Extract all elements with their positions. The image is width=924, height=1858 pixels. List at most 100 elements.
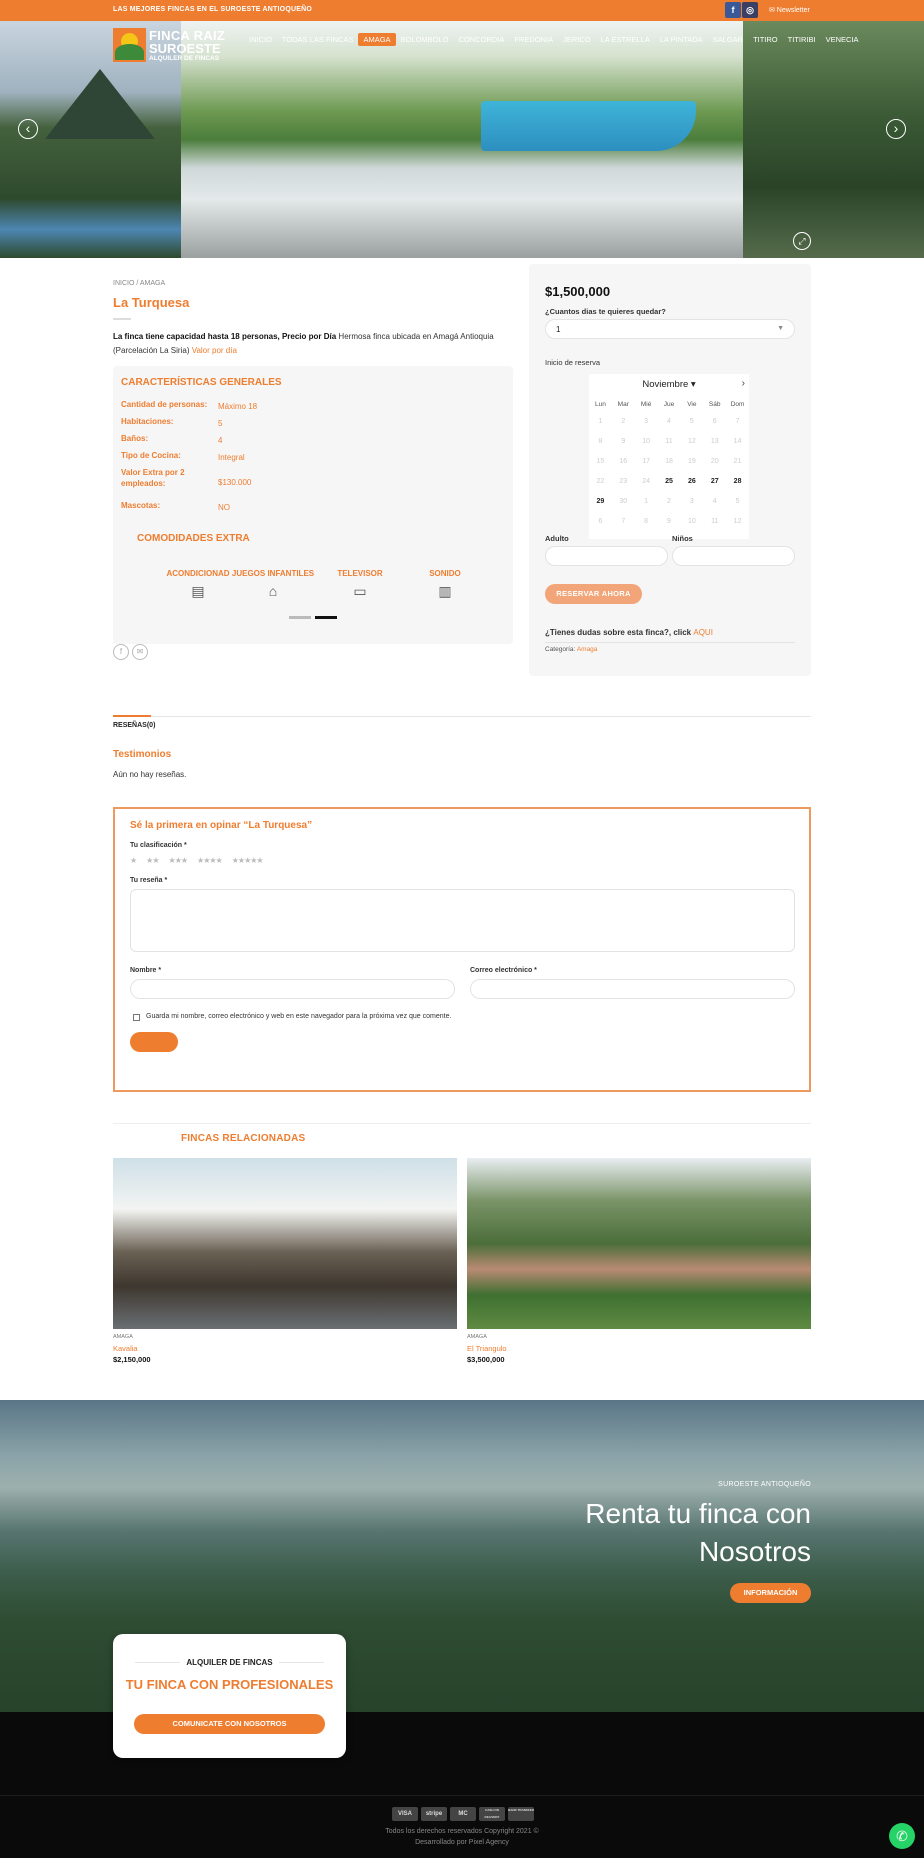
nav-item-amaga[interactable]: AMAGA [358,33,396,46]
nav-item-la-estrella[interactable]: LA ESTRELLA [596,33,655,46]
name-field[interactable] [130,979,455,999]
slider-next-button[interactable]: › [886,119,906,139]
category-link[interactable]: Amaga [577,646,598,653]
facebook-icon[interactable]: f [725,2,741,18]
breadcrumb[interactable]: INICIO / AMAGA [113,280,165,287]
desc-link[interactable]: Valor por día [192,346,237,355]
carousel-dot-active[interactable] [315,616,337,619]
calendar-day: 9 [621,438,626,445]
save-info-checkbox[interactable] [133,1014,140,1021]
info-button[interactable]: INFORMACIÓN [730,1583,811,1603]
nav-item-la-pintada[interactable]: LA PINTADA [655,33,708,46]
weekday-header: Mié [640,401,652,408]
calendar-day: 5 [735,498,740,505]
related-category: AMAGA [467,1334,487,1340]
reviews-title: Testimonios [113,749,172,760]
review-textarea[interactable] [130,889,795,952]
adult-field[interactable] [545,546,668,566]
nav-item-venecia[interactable]: VENECIA [821,33,864,46]
related-title: FINCAS RELACIONADAS [181,1133,306,1144]
calendar-day: 24 [642,478,651,485]
related-divider [113,1123,811,1124]
logo-hill [115,44,144,60]
rating-4-star[interactable]: ★★★★ [197,856,223,865]
top-bar: LAS MEJORES FINCAS EN EL SUROESTE ANTIOQ… [0,0,924,21]
calendar-day: 4 [712,498,717,505]
rating-1-star[interactable]: ★ [130,856,137,865]
date-picker[interactable]: Noviembre ▾ › Lun Mar Mié Jue Vie Sáb Dom 1 2 3 4 5… [589,374,749,539]
calendar-day: 3 [644,418,649,425]
category-label: Categoría: [545,646,577,653]
calendar-day: 1 [644,498,649,505]
calendar-day: 10 [687,518,696,525]
email-field[interactable] [470,979,795,999]
calendar-day[interactable]: 25 [658,472,681,492]
contact-button[interactable]: COMUNICATE CON NOSOTROS [134,1714,325,1734]
calendar-day[interactable]: 28 [726,472,749,492]
spec-key: Valor Extra por 2 empleados: [121,468,185,488]
whatsapp-icon[interactable]: ✆ [889,1823,915,1849]
calendar-day: 19 [687,458,696,465]
air-conditioner-icon: ▤ [191,583,205,599]
rating-2-star[interactable]: ★★ [146,856,159,865]
calendar-day[interactable]: 26 [680,472,703,492]
nav-item-todas-las-fincas[interactable]: TODAS LAS FINCAS [277,33,359,46]
nav-item-titiribi[interactable]: TITIRIBI [783,33,821,46]
spec-key: Mascotas: [121,501,161,510]
nav-item-bolombolo[interactable]: BOLOMBOLO [396,33,454,46]
calendar-day: 9 [667,518,671,525]
days-label: ¿Cuantos dias te quieres quedar? [545,307,666,316]
newsletter-link[interactable]: ✉ Newsletter [769,6,810,14]
spec-value: NO [218,503,230,512]
related-image[interactable] [113,1158,457,1329]
instagram-icon[interactable]: ◎ [742,2,758,18]
kids-field[interactable] [672,546,795,566]
slider-prev-button[interactable]: ‹ [18,119,38,139]
zoom-icon[interactable]: ⤢ [793,232,811,250]
email-label: Correo electrónico * [470,967,537,974]
rating-5-star[interactable]: ★★★★★ [232,856,264,865]
nav-item-salgar[interactable]: SALGAR [708,33,748,46]
nav-item-fredonia[interactable]: FREDONIA [509,33,558,46]
rating-3-star[interactable]: ★★★ [169,856,188,865]
nav-item-jerico[interactable]: JERICO [558,33,596,46]
save-info-label: Guarda mi nombre, correo electrónico y w… [146,1013,452,1020]
tab-reviews[interactable]: RESEÑAS(0) [113,722,155,729]
reserve-button[interactable]: RESERVAR AHORA [545,584,642,604]
doubt-link[interactable]: AQUI [693,628,713,637]
calendar-day: 14 [733,438,742,445]
nav-item-titiro[interactable]: TITIRO [748,33,783,46]
category: Categoría: Amaga [545,646,597,653]
share-email-icon[interactable]: ✉ [132,644,148,660]
mastercard-icon: MC [450,1807,476,1821]
month-select[interactable]: Noviembre ▾ [589,379,749,390]
submit-review-button[interactable] [130,1032,178,1052]
spec-key: Cantidad de personas: [121,400,208,409]
spec-value: Integral [218,453,245,462]
calendar-day[interactable]: 27 [703,472,726,492]
calendar-day: 18 [665,458,673,465]
amenity-item: JUEGOS INFANTILES ⌂ [228,559,318,599]
footer-divider [0,1795,924,1796]
related-image[interactable] [467,1158,811,1329]
calendar-day: 20 [710,458,719,465]
credit-text[interactable]: Desarrollado por Pixel Agency [0,1839,924,1846]
days-value: 1 [556,325,561,334]
nav-item-concordia[interactable]: CONCORDIA [454,33,510,46]
days-select[interactable]: 1 ▼ [545,319,795,339]
logo-line2: SUROESTE [149,41,221,56]
weekday-header: Dom [730,401,745,408]
tv-icon: ▭ [353,583,367,599]
calendar-day[interactable]: 29 [589,492,612,512]
visa-icon: VISA [392,1807,418,1821]
site-logo[interactable]: FINCA RAIZ SUROESTE ALQUILER DE FINCAS [113,28,225,64]
doubt-text: ¿Tienes dudas sobre esta finca?, click A… [545,628,713,637]
related-name[interactable]: Kavalia [113,1344,138,1353]
kids-label: Niños [672,534,693,543]
next-month-icon[interactable]: › [742,378,745,389]
related-name[interactable]: El Triangulo [467,1344,507,1353]
share-facebook-icon[interactable]: f [113,644,129,660]
nav-item-inicio[interactable]: INICIO [244,33,277,46]
carousel-dot[interactable] [289,616,311,619]
product-description: La finca tiene capacidad hasta 18 person… [113,330,503,358]
